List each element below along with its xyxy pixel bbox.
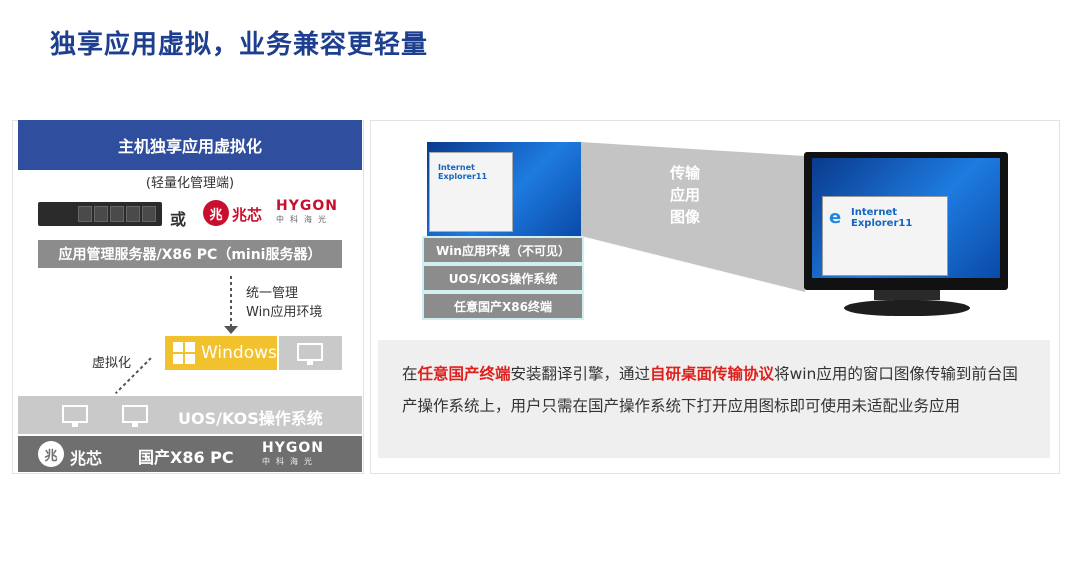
- desc-highlight: 自研桌面传输协议: [650, 365, 775, 383]
- ie-brand-text: Explorer11: [438, 172, 488, 181]
- manage-arrow-line: [230, 276, 232, 330]
- os-label: UOS/KOS操作系统: [178, 409, 323, 428]
- manage-arrow-head-icon: [224, 326, 238, 334]
- page-title: 独享应用虚拟，业务兼容更轻量: [50, 30, 429, 60]
- pc-label: 国产X86 PC: [138, 448, 234, 467]
- ie-brand-text: Internet: [438, 163, 475, 172]
- windows-label: Windows: [201, 343, 277, 363]
- ie-brand-text: Explorer11: [851, 218, 913, 229]
- hygon-logo-main: HYGON: [276, 198, 338, 214]
- desc-text: 安装翻译引擎，通过: [510, 365, 651, 383]
- manage-label: 统一管理 Win应用环境: [246, 284, 322, 322]
- beam-label: 传输 应用 图像: [665, 162, 705, 228]
- windows-tile: Windows: [165, 336, 277, 370]
- or-label: 或: [170, 210, 187, 229]
- hygon-logo-main: HYGON: [262, 440, 324, 456]
- stack-os: UOS/KOS操作系统: [424, 266, 582, 290]
- zhaoxin-logo-icon: 兆: [203, 200, 229, 226]
- zhaoxin-brand-text: 兆芯: [70, 449, 103, 468]
- manage-label-line1: 统一管理: [246, 286, 299, 301]
- left-panel-header: 主机独享应用虚拟化: [18, 120, 362, 170]
- hygon-logo: HYGON 中科海光: [262, 440, 324, 467]
- ie-logo-icon: e: [829, 207, 842, 228]
- beam-label-line: 传输: [669, 164, 700, 182]
- ie-about-dialog: e Internet Explorer11: [822, 196, 948, 276]
- ie-brand-text: Internet: [851, 207, 898, 218]
- rack-server-image: [38, 202, 162, 226]
- win-app-screenshot-small: Internet Explorer11: [427, 142, 581, 236]
- ie-about-dialog: Internet Explorer11: [429, 152, 513, 232]
- windows-logo-icon: [173, 342, 195, 364]
- manage-label-line2: Win应用环境: [246, 305, 323, 320]
- monitor-screen: e Internet Explorer11: [812, 158, 1000, 278]
- zhaoxin-brand-text: 兆芯: [232, 206, 263, 224]
- beam-label-line: 图像: [669, 208, 700, 226]
- monitor-icon: [62, 405, 88, 427]
- stack-terminal: 任意国产X86终端: [424, 294, 582, 318]
- vm-placeholder-tile: [279, 336, 342, 370]
- desc-text: 在: [402, 365, 418, 383]
- beam-label-line: 应用: [669, 186, 700, 204]
- stack-win-env: Win应用环境（不可见）: [424, 238, 582, 262]
- monitor-icon: [297, 343, 323, 365]
- hygon-logo-sub: 中科海光: [276, 215, 332, 224]
- monitor-stand: [874, 290, 940, 300]
- virtualization-label: 虚拟化: [92, 356, 132, 371]
- management-server-bar: 应用管理服务器/X86 PC（mini服务器）: [38, 240, 342, 268]
- monitor-base: [844, 300, 970, 316]
- hygon-logo-sub: 中科海光: [262, 457, 318, 466]
- zhaoxin-logo-icon: 兆: [38, 441, 64, 467]
- desc-highlight: 任意国产终端: [417, 365, 511, 383]
- hygon-logo: HYGON 中科海光: [276, 198, 344, 230]
- monitor-icon: [122, 405, 148, 427]
- description-text: 在任意国产终端安装翻译引擎，通过自研桌面传输协议将win应用的窗口图像传输到前台…: [402, 358, 1032, 422]
- management-subtitle: (轻量化管理端): [145, 176, 235, 191]
- monitor-image: e Internet Explorer11: [804, 152, 1008, 290]
